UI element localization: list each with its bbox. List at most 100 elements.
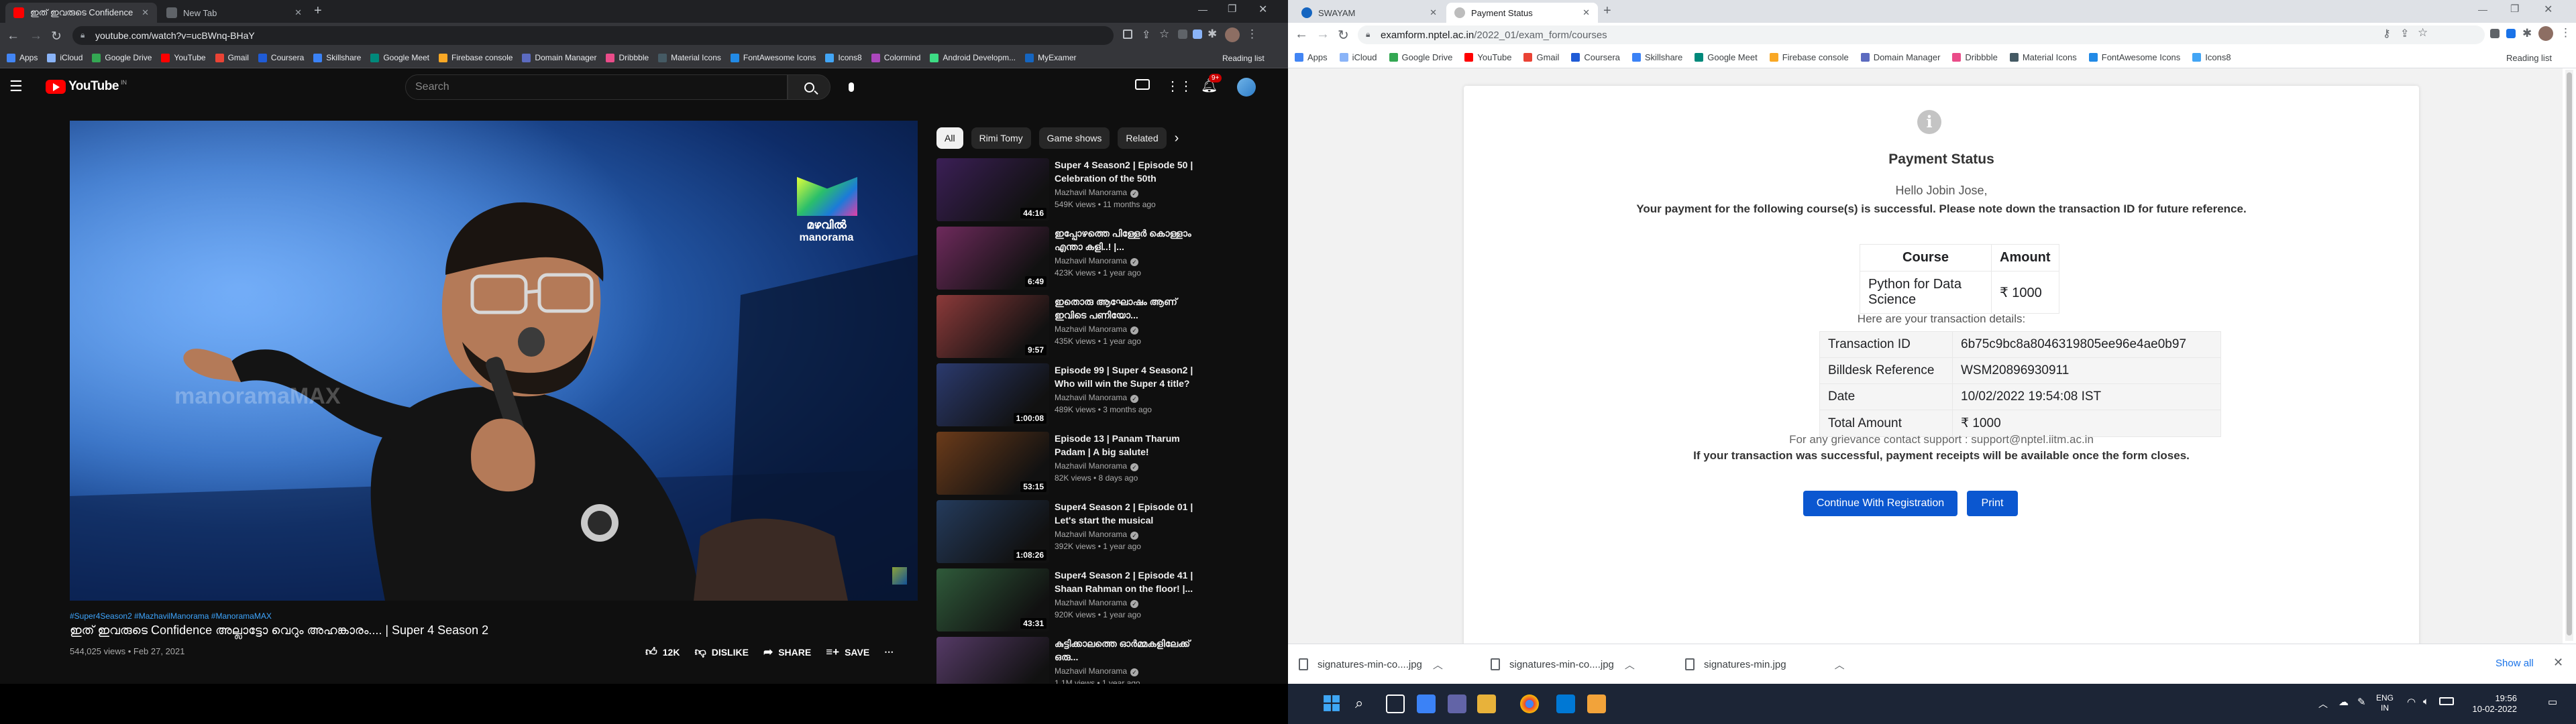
bookmark-item[interactable]: YouTube bbox=[1464, 52, 1511, 62]
bookmark-item[interactable]: Material Icons bbox=[658, 53, 721, 62]
bookmark-star-icon[interactable]: ☆ bbox=[1159, 27, 1169, 41]
video-thumbnail[interactable]: 1:00:08 bbox=[936, 363, 1049, 426]
chevron-up-tray-icon[interactable]: ︿ bbox=[2318, 697, 2328, 711]
close-downloads-icon[interactable]: ✕ bbox=[2553, 656, 2563, 670]
extension-icon[interactable] bbox=[1193, 29, 1202, 39]
bookmark-item[interactable]: Domain Manager bbox=[1860, 52, 1940, 62]
bookmark-item[interactable]: Colormind bbox=[871, 53, 920, 62]
bookmark-item[interactable]: iCloud bbox=[47, 53, 83, 62]
share-icon[interactable]: ⇪ bbox=[2400, 27, 2409, 40]
recommendation-item[interactable]: 1:08:26 Super4 Season 2 | Episode 01 | Le… bbox=[936, 500, 1285, 563]
bookmark-item[interactable]: Gmail bbox=[1523, 52, 1559, 62]
bookmark-item[interactable]: YouTube bbox=[161, 53, 206, 62]
like-button[interactable]: 👍︎ 12K bbox=[645, 645, 680, 659]
bookmark-item[interactable]: MyExamer bbox=[1025, 53, 1077, 62]
install-icon[interactable] bbox=[1123, 29, 1132, 39]
bookmark-item[interactable]: Firebase console bbox=[439, 53, 513, 62]
forward-icon[interactable]: → bbox=[1316, 27, 1330, 42]
back-icon[interactable]: ← bbox=[7, 29, 19, 44]
recommendation-item[interactable]: 53:15 Episode 13 | Panam Tharum Padam | A… bbox=[936, 432, 1285, 495]
chevron-right-icon[interactable]: › bbox=[1175, 131, 1179, 146]
more-actions-icon[interactable]: ⋯ bbox=[884, 646, 894, 658]
close-tab-icon[interactable]: ✕ bbox=[294, 7, 302, 18]
new-tab-plus-icon[interactable]: + bbox=[314, 3, 322, 19]
minimize-icon[interactable]: — bbox=[1198, 4, 1208, 15]
widgets-icon[interactable] bbox=[1417, 695, 1436, 713]
bookmark-item[interactable]: Skillshare bbox=[313, 53, 361, 62]
clock[interactable]: 19:56 10-02-2022 bbox=[2470, 693, 2518, 715]
apps-grid-icon[interactable]: ⋮⋮ bbox=[1166, 78, 1193, 95]
bookmark-item[interactable]: iCloud bbox=[1339, 52, 1377, 62]
close-window-icon[interactable]: ✕ bbox=[1258, 3, 1267, 16]
cloud-icon[interactable]: ☁ bbox=[2339, 696, 2349, 708]
puzzle-icon[interactable]: ✱ bbox=[1208, 27, 1217, 41]
bookmark-item[interactable]: Gmail bbox=[215, 53, 249, 62]
back-icon[interactable]: ← bbox=[1295, 27, 1308, 42]
file-explorer-icon[interactable] bbox=[1477, 695, 1496, 713]
user-avatar[interactable] bbox=[1237, 78, 1256, 97]
close-window-icon[interactable]: ✕ bbox=[2544, 3, 2553, 16]
video-thumbnail[interactable]: 6:49 bbox=[936, 227, 1049, 290]
bookmark-item[interactable]: Icons8 bbox=[825, 53, 862, 62]
chevron-up-icon[interactable]: ︿ bbox=[1835, 658, 1845, 672]
tab-new-tab[interactable]: New Tab ✕ bbox=[158, 3, 310, 23]
close-tab-icon[interactable]: ✕ bbox=[1430, 7, 1437, 18]
chip-rimi-tomy[interactable]: Rimi Tomy bbox=[971, 127, 1031, 149]
dislike-button[interactable]: 👎︎ DISLIKE bbox=[694, 645, 749, 659]
vscode-icon[interactable] bbox=[1556, 695, 1575, 713]
chrome-icon[interactable] bbox=[1520, 695, 1539, 713]
video-thumbnail[interactable]: 53:15 bbox=[936, 432, 1049, 495]
video-player[interactable]: മഴവിൽ manorama manoramaMAX bbox=[70, 121, 918, 601]
maximize-icon[interactable]: ❐ bbox=[1228, 3, 1236, 15]
bookmark-item[interactable]: Icons8 bbox=[2192, 52, 2231, 62]
tab-payment-status[interactable]: Payment Status ✕ bbox=[1446, 3, 1598, 23]
extension-icon[interactable] bbox=[2506, 29, 2516, 38]
minimize-icon[interactable]: — bbox=[2478, 4, 2487, 15]
reading-list-button[interactable]: Reading list bbox=[1222, 54, 1265, 63]
notification-center-icon[interactable]: ▭ bbox=[2548, 696, 2557, 708]
bookmark-item[interactable]: Dribbble bbox=[606, 53, 649, 62]
download-item[interactable]: signatures-min-co....jpg ︿ bbox=[1299, 651, 1443, 678]
bookmark-star-icon[interactable]: ☆ bbox=[2418, 26, 2428, 40]
pen-icon[interactable]: ✎ bbox=[2357, 696, 2366, 708]
forward-icon[interactable]: → bbox=[30, 29, 42, 44]
task-view-icon[interactable] bbox=[1386, 695, 1405, 713]
show-all-downloads-link[interactable]: Show all bbox=[2496, 658, 2534, 669]
tab-swayam[interactable]: SWAYAM ✕ bbox=[1293, 3, 1445, 23]
windows-start-icon[interactable] bbox=[1323, 695, 1342, 713]
maximize-icon[interactable]: ❐ bbox=[2510, 3, 2519, 15]
address-bar[interactable]: 🔒︎ youtube.com/watch?v=ucBWnq-BHaY bbox=[72, 26, 1114, 45]
download-item[interactable]: signatures-min-co....jpg ︿ bbox=[1491, 651, 1635, 678]
bookmark-item[interactable]: Google Drive bbox=[92, 53, 152, 62]
video-thumbnail[interactable]: 44:16 bbox=[936, 158, 1049, 221]
recommendation-item[interactable]: 43:31 Super4 Season 2 | Episode 41 | Shaa… bbox=[936, 568, 1285, 631]
puzzle-icon[interactable]: ✱ bbox=[2522, 27, 2532, 40]
chip-related[interactable]: Related bbox=[1118, 127, 1167, 149]
video-thumbnail[interactable] bbox=[936, 637, 1049, 684]
create-video-icon[interactable] bbox=[1135, 79, 1150, 90]
bookmark-item[interactable]: Android Developm... bbox=[930, 53, 1016, 62]
chip-all[interactable]: All bbox=[936, 127, 963, 149]
extension-icon[interactable] bbox=[1178, 29, 1187, 39]
video-thumbnail[interactable]: 9:57 bbox=[936, 295, 1049, 358]
share-icon[interactable]: ⇪ bbox=[1142, 28, 1150, 42]
save-button[interactable]: ≡+ SAVE bbox=[826, 646, 869, 659]
bookmark-item[interactable]: Google Drive bbox=[1389, 52, 1452, 62]
language-indicator[interactable]: ENG IN bbox=[2376, 693, 2394, 713]
video-hashtags[interactable]: #Super4Season2 #MazhavilManorama #Manora… bbox=[70, 611, 272, 621]
profile-avatar[interactable] bbox=[1225, 27, 1240, 42]
bookmark-item[interactable]: Coursera bbox=[1571, 52, 1620, 62]
chevron-up-icon[interactable]: ︿ bbox=[1433, 658, 1443, 672]
close-tab-icon[interactable]: ✕ bbox=[142, 7, 149, 18]
youtube-search-input[interactable]: Search bbox=[405, 74, 788, 100]
recommendation-item[interactable]: 9:57 ഇതൊരു ആഘോഷം ആണ് ഇവിടെ പണിയോ... Mazhav… bbox=[936, 295, 1285, 358]
search-taskbar-icon[interactable]: ⌕ bbox=[1355, 695, 1374, 713]
teams-icon[interactable] bbox=[1448, 695, 1466, 713]
terminal-icon[interactable] bbox=[1587, 695, 1606, 713]
recommendation-item[interactable]: 44:16 Super 4 Season2 | Episode 50 | Cele… bbox=[936, 158, 1285, 221]
close-tab-icon[interactable]: ✕ bbox=[1582, 7, 1590, 18]
bookmark-item[interactable]: Coursera bbox=[258, 53, 304, 62]
recommendation-item[interactable]: കുട്ടിക്കാലത്തെ ഓർമ്മകളിലേക്ക് ഒരു... Maz… bbox=[936, 637, 1285, 684]
recommendation-item[interactable]: 1:00:08 Episode 99 | Super 4 Season2 | Wh… bbox=[936, 363, 1285, 426]
reload-icon[interactable]: ↻ bbox=[1338, 27, 1349, 44]
